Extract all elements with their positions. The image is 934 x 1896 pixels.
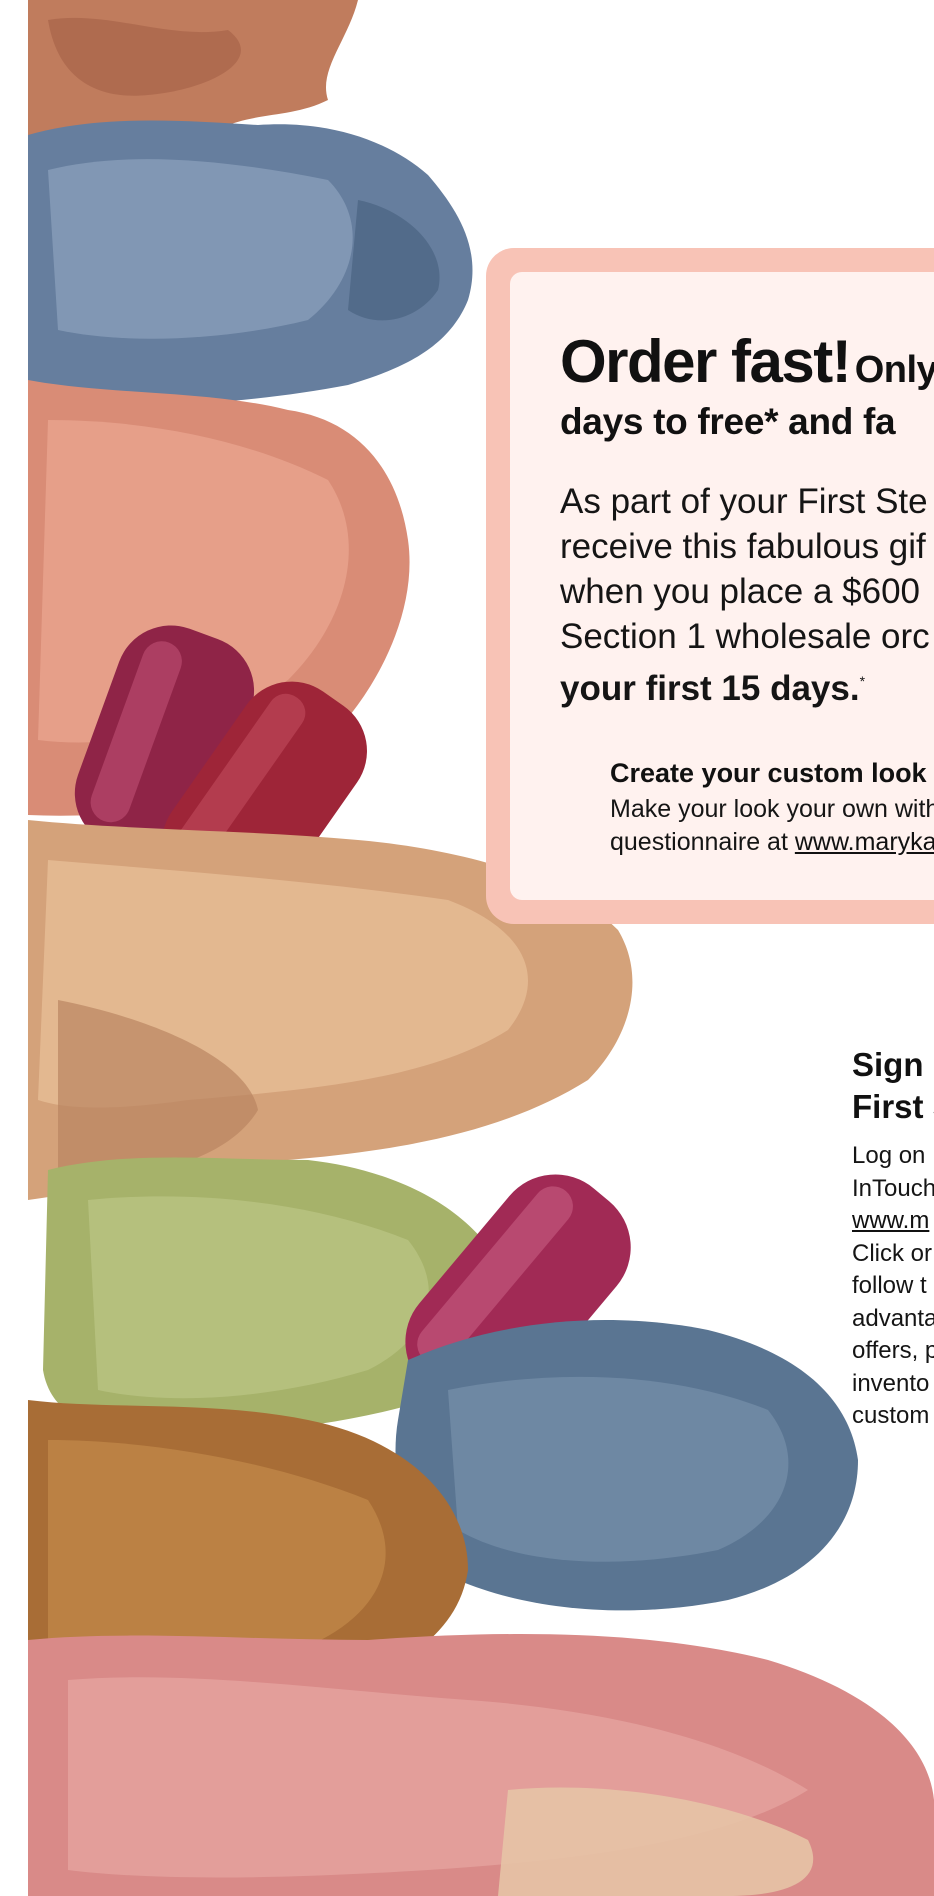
signup-title: Sign u First S — [852, 1044, 934, 1128]
custom-look-text-line: Make your look your own with — [610, 794, 934, 823]
signup-section: Sign u First S Log on InTouch www.m Clic… — [852, 1044, 934, 1433]
signup-link[interactable]: www.m — [852, 1205, 934, 1238]
promo-body-line: receive this fabulous gif — [560, 526, 926, 566]
custom-look-text-prefix: questionnaire at — [610, 827, 795, 856]
signup-text-line: Click or — [852, 1239, 933, 1267]
email-page: Order fast! Only days to free* and fa As… — [0, 0, 934, 1896]
signup-text-line: advanta — [852, 1304, 934, 1332]
signup-text-line: offers, p — [852, 1337, 934, 1364]
custom-look-title: Create your custom look — [610, 757, 927, 788]
custom-look-section: Create your custom look Make your look y… — [610, 757, 934, 859]
promo-body-line: As part of your First Ste — [560, 481, 928, 521]
promo-headline-big: Order fast! — [560, 328, 852, 395]
signup-text-line: follow t — [852, 1272, 927, 1299]
promo-body-line-bold: your first 15 days.* — [560, 659, 934, 711]
custom-look-text-line2: questionnaire at www.maryka — [610, 826, 934, 859]
promo-headline-small: Only — [854, 349, 934, 391]
signup-text-line: custom — [852, 1402, 930, 1429]
signup-title-line: Sign u — [852, 1046, 934, 1083]
signup-title-line: First S — [852, 1088, 934, 1125]
promo-card: Order fast! Only days to free* and fa As… — [486, 248, 934, 924]
promo-body-line: when you place a $600 — [560, 571, 920, 611]
promo-body-asterisk: * — [859, 672, 866, 689]
promo-headline-line2: days to free* and fa — [560, 400, 896, 442]
promo-body-bold: your first 15 days. — [560, 668, 860, 708]
signup-text-line: invento — [852, 1369, 930, 1397]
promo-card-content: Order fast! Only days to free* and fa As… — [510, 272, 934, 900]
promo-headline: Order fast! Only days to free* and fa — [560, 330, 934, 441]
signup-text-line: InTouch — [852, 1174, 934, 1202]
left-margin — [0, 0, 28, 1896]
promo-body-text: As part of your First Ste receive this f… — [560, 479, 934, 711]
promo-body-line: Section 1 wholesale orc — [560, 616, 930, 656]
marykay-link[interactable]: www.maryka — [795, 828, 934, 856]
signup-text-line: Log on — [852, 1142, 926, 1169]
signup-text: Log on InTouch www.m Click or follow t a… — [852, 1140, 934, 1433]
custom-look-text: Make your look your own with questionnai… — [610, 793, 934, 859]
